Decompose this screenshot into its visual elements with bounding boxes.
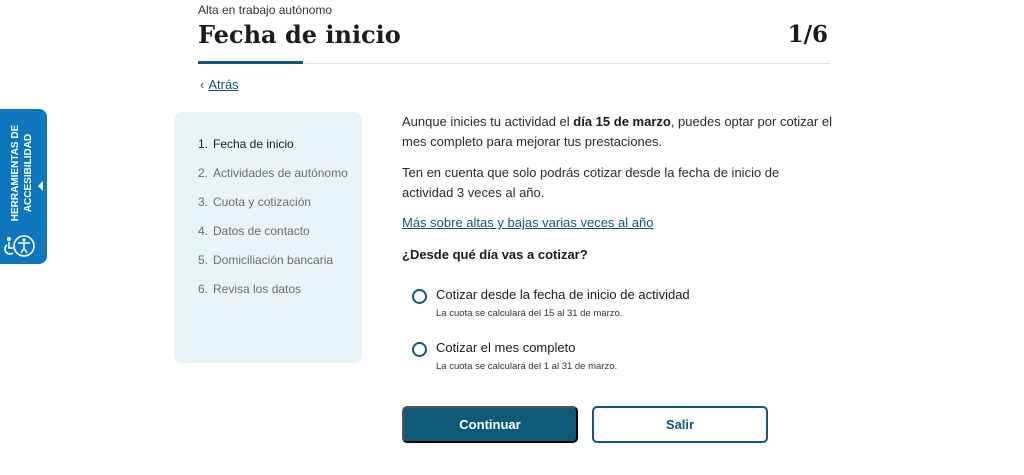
step-number: 3. — [198, 195, 209, 209]
steps-sidebar: 1. Fecha de inicio 2. Actividades de aut… — [174, 112, 362, 363]
step-item-actividades: 2. Actividades de autónomo — [198, 165, 358, 182]
step-label: Domiciliación bancaria — [213, 253, 334, 267]
exit-button[interactable]: Salir — [592, 406, 768, 443]
step-label: Revisa los datos — [213, 282, 302, 296]
step-item-fecha-de-inicio: 1. Fecha de inicio — [198, 136, 358, 153]
step-item-revisa: 6. Revisa los datos — [198, 281, 358, 298]
start-date-highlight: día 15 de marzo — [573, 114, 671, 129]
step-number: 1. — [198, 137, 209, 151]
radio-label: Cotizar desde la fecha de inicio de acti… — [436, 287, 690, 302]
step-item-contacto: 4. Datos de contacto — [198, 223, 358, 240]
step-number: 4. — [198, 224, 209, 238]
step-label: Datos de contacto — [213, 224, 310, 238]
radio-button[interactable] — [412, 342, 427, 357]
more-info-link[interactable]: Más sobre altas y bajas varias veces al … — [402, 215, 653, 230]
accessibility-tab-label: HERRAMIENTAS DE ACCESIBILIDAD — [10, 124, 34, 221]
accessibility-line-1: HERRAMIENTAS DE — [10, 124, 21, 221]
back-link[interactable]: ‹ Atrás — [200, 77, 239, 92]
step-number: 5. — [198, 253, 209, 267]
radio-hint: La cuota se calculará del 15 al 31 de ma… — [436, 308, 623, 319]
intro-paragraph: Aunque inicies tu actividad el día 15 de… — [402, 112, 832, 152]
steps-list: 1. Fecha de inicio 2. Actividades de aut… — [198, 136, 358, 310]
radio-hint: La cuota se calculará del 1 al 31 de mar… — [436, 361, 618, 372]
step-label: Actividades de autónomo — [213, 166, 348, 180]
continue-button[interactable]: Continuar — [402, 406, 578, 443]
step-number: 2. — [198, 166, 209, 180]
page-supertitle: Alta en trabajo autónomo — [198, 3, 333, 17]
question-heading: ¿Desde qué día vas a cotizar? — [402, 247, 588, 262]
intro-text-start: Aunque inicies tu actividad el — [402, 114, 574, 129]
step-number: 6. — [198, 282, 209, 296]
accessibility-tools-tab[interactable]: HERRAMIENTAS DE ACCESIBILIDAD — [0, 109, 47, 264]
step-item-cuota: 3. Cuota y cotización — [198, 194, 358, 211]
accessibility-person-icon — [4, 235, 35, 257]
caret-left-icon — [38, 181, 43, 191]
radio-button[interactable] — [412, 289, 427, 304]
back-link-label: Atrás — [208, 77, 239, 92]
page-title: Fecha de inicio — [198, 20, 401, 49]
accessibility-line-2: ACCESIBILIDAD — [23, 134, 34, 212]
step-item-domiciliacion: 5. Domiciliación bancaria — [198, 252, 358, 269]
radio-label: Cotizar el mes completo — [436, 340, 576, 355]
step-counter: 1/6 — [787, 21, 828, 48]
step-label: Fecha de inicio — [213, 137, 294, 151]
header-accent-bar — [198, 61, 303, 64]
step-label: Cuota y cotización — [213, 195, 312, 209]
chevron-left-icon: ‹ — [200, 77, 205, 92]
notice-paragraph: Ten en cuenta que solo podrás cotizar de… — [402, 165, 780, 200]
